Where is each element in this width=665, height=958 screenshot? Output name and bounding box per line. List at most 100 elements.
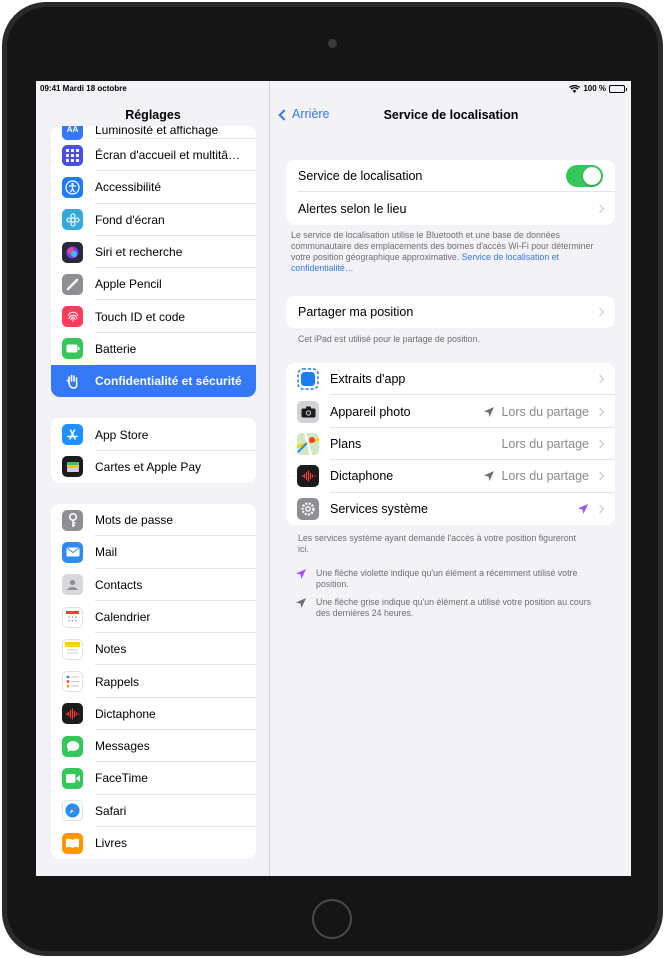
- voice-memos-icon: [297, 465, 319, 488]
- settings-group-display: AA Luminosité et affichage Écran d'accue…: [51, 126, 256, 398]
- sidebar-item-home-screen[interactable]: Écran d'accueil et multitâ…: [51, 139, 256, 172]
- wallet-icon: [62, 456, 83, 478]
- sidebar-item-label: Fond d'écran: [95, 212, 165, 227]
- sidebar-item-battery[interactable]: Batterie: [51, 333, 256, 366]
- chevron-right-icon: [595, 472, 605, 481]
- chevron-right-icon: [595, 504, 605, 513]
- books-icon: [62, 832, 83, 854]
- sidebar-item-label: Confidentialité et sécurité: [95, 374, 242, 389]
- wifi-icon: [569, 84, 581, 93]
- location-service-row: Service de localisation: [286, 160, 615, 193]
- sidebar-item-app-store[interactable]: App Store: [51, 418, 256, 451]
- sidebar-item-wallpaper[interactable]: Fond d'écran: [51, 204, 256, 237]
- messages-icon: [62, 735, 83, 757]
- location-arrow-gray-icon: [484, 471, 495, 482]
- siri-icon: [62, 241, 83, 263]
- location-arrow-gray-icon: [296, 598, 306, 608]
- sidebar-list: AA Luminosité et affichage Écran d'accue…: [51, 126, 256, 876]
- battery-percent: 100 %: [583, 84, 606, 93]
- sidebar-item-wallet[interactable]: Cartes et Apple Pay: [51, 451, 256, 483]
- app-row-app-clips[interactable]: Extraits d'app: [286, 363, 615, 396]
- sidebar-item-label: Siri et recherche: [95, 245, 183, 260]
- sidebar-item-facetime[interactable]: FaceTime: [51, 762, 256, 795]
- share-location-row[interactable]: Partager ma position: [286, 296, 615, 328]
- sidebar-item-label: FaceTime: [95, 771, 148, 786]
- sidebar-item-label: Rappels: [95, 674, 140, 689]
- pencil-icon: [62, 273, 83, 295]
- sidebar: Réglages AA Luminosité et affichage Écra…: [36, 81, 270, 876]
- sidebar-item-privacy[interactable]: Confidentialité et sécurité: [51, 365, 256, 398]
- sidebar-item-books[interactable]: Livres: [51, 827, 256, 859]
- key-icon: [62, 509, 83, 531]
- location-arrow-purple-icon: [578, 503, 588, 514]
- location-service-toggle[interactable]: [566, 165, 603, 188]
- sidebar-item-label: Contacts: [95, 577, 143, 592]
- sidebar-item-label: Mots de passe: [95, 513, 174, 528]
- sidebar-item-passwords[interactable]: Mots de passe: [51, 504, 256, 537]
- sidebar-item-voice-memos[interactable]: Dictaphone: [51, 698, 256, 731]
- app-clips-icon: [297, 368, 319, 391]
- reminders-icon: [62, 671, 83, 693]
- hand-icon: [62, 370, 83, 392]
- sidebar-item-touch-id[interactable]: Touch ID et code: [51, 300, 256, 334]
- legend-purple: Une flèche violette indique qu'un élémen…: [295, 568, 601, 590]
- app-row-camera[interactable]: Appareil photo Lors du partage: [286, 395, 615, 429]
- app-label: Appareil photo: [330, 404, 411, 419]
- app-label: Extraits d'app: [330, 372, 406, 387]
- voice-memos-icon: [62, 703, 83, 725]
- sidebar-item-label: Dictaphone: [95, 706, 156, 721]
- sidebar-item-reminders[interactable]: Rappels: [51, 665, 256, 699]
- battery-icon: [62, 338, 83, 360]
- sidebar-item-apple-pencil[interactable]: Apple Pencil: [51, 268, 256, 301]
- gear-icon: [297, 497, 319, 520]
- settings-group-apps: Mots de passe Mail Contacts Calendrier N…: [51, 503, 256, 860]
- sidebar-item-messages[interactable]: Messages: [51, 730, 256, 763]
- app-status-text: Lors du partage: [501, 469, 589, 484]
- page-title: Service de localisation: [383, 108, 519, 122]
- brightness-icon: AA: [62, 126, 83, 140]
- share-location-label: Partager ma position: [298, 305, 414, 320]
- screen: Réglages AA Luminosité et affichage Écra…: [36, 81, 631, 876]
- home-button[interactable]: [312, 899, 352, 939]
- app-location-status: Lors du partage: [483, 405, 589, 419]
- sidebar-item-label: Écran d'accueil et multitâ…: [95, 148, 241, 163]
- app-location-status: Lors du partage: [501, 437, 589, 451]
- chevron-right-icon: [595, 307, 605, 317]
- location-info-note: Le service de localisation utilise le Bl…: [291, 230, 611, 274]
- chevron-right-icon: [595, 374, 605, 384]
- camera-dot: [328, 39, 337, 48]
- sidebar-item-label: Livres: [95, 836, 128, 851]
- sidebar-item-accessibility[interactable]: Accessibilité: [51, 171, 256, 204]
- app-label: Dictaphone: [330, 469, 394, 484]
- sidebar-item-brightness[interactable]: AA Luminosité et affichage: [51, 126, 256, 140]
- detail-pane: Arrière Service de localisation Service …: [271, 81, 631, 876]
- system-services-note: Les services système ayant demandé l'acc…: [298, 533, 576, 554]
- sidebar-item-label: Cartes et Apple Pay: [95, 459, 202, 474]
- share-location-card: Partager ma position: [286, 296, 615, 329]
- app-row-system-services[interactable]: Services système: [286, 493, 615, 525]
- sidebar-item-label: Messages: [95, 739, 150, 754]
- sidebar-item-label: Calendrier: [95, 610, 151, 624]
- safari-icon: [62, 800, 83, 822]
- fingerprint-icon: [62, 306, 83, 328]
- sidebar-item-calendar[interactable]: Calendrier: [51, 601, 256, 634]
- sidebar-item-notes[interactable]: Notes: [51, 633, 256, 666]
- sidebar-item-safari[interactable]: Safari: [51, 795, 256, 828]
- location-alerts-row[interactable]: Alertes selon le lieu: [286, 192, 615, 224]
- legend-gray-text: Une flèche grise indique qu'un élément a…: [316, 597, 592, 618]
- sidebar-item-contacts[interactable]: Contacts: [51, 569, 256, 602]
- sidebar-item-siri[interactable]: Siri et recherche: [51, 236, 256, 269]
- battery-status-icon: [609, 84, 627, 93]
- app-row-voice-memos[interactable]: Dictaphone Lors du partage: [286, 460, 615, 493]
- chevron-right-icon: [595, 407, 605, 416]
- sidebar-item-label: Luminosité et affichage: [95, 126, 219, 137]
- app-label: Services système: [330, 501, 428, 516]
- status-right: 100 %: [569, 84, 627, 93]
- status-time-date: 09:41 Mardi 18 octobre: [40, 84, 127, 93]
- facetime-icon: [62, 767, 83, 789]
- app-row-maps[interactable]: Plans Lors du partage: [286, 428, 615, 461]
- app-status-text: Lors du partage: [501, 404, 589, 419]
- settings-group-store: App Store Cartes et Apple Pay: [51, 418, 256, 483]
- sidebar-item-mail[interactable]: Mail: [51, 536, 256, 569]
- location-alerts-label: Alertes selon le lieu: [298, 201, 407, 216]
